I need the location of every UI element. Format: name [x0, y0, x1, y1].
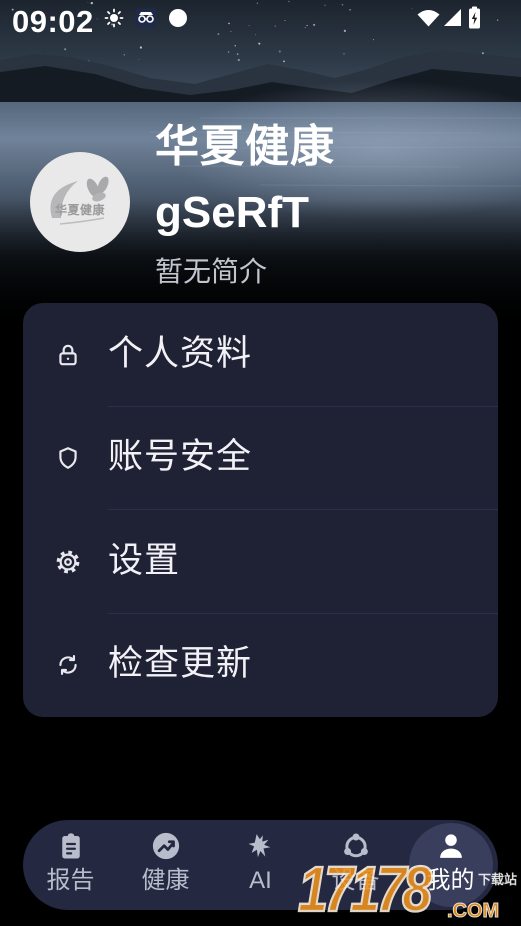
nav-tab-report[interactable]: 报告 [23, 820, 118, 910]
menu-item-label: 账号安全 [108, 437, 253, 477]
star [481, 52, 484, 55]
lock-icon [55, 342, 81, 368]
menu-item-label: 检查更新 [108, 644, 253, 684]
star [283, 60, 285, 63]
person-icon [436, 831, 466, 861]
star [227, 51, 230, 53]
star [138, 58, 140, 60]
wifi-icon [417, 9, 440, 27]
nav-tab-label: 健康 [141, 867, 190, 894]
clipboard-icon [56, 831, 86, 861]
menu-item-label: 设置 [108, 540, 181, 580]
star [123, 54, 126, 56]
nav-tab-label: AI [249, 867, 272, 894]
shield-icon [55, 445, 81, 471]
nav-tab-label: 我的 [426, 867, 475, 894]
device-icon [341, 831, 371, 861]
star [234, 45, 236, 47]
avatar[interactable]: 华夏健康 [30, 152, 130, 252]
battery-charging-icon [468, 6, 481, 29]
nav-tab-device[interactable]: 设备 [308, 820, 403, 910]
health-trend-icon [151, 831, 181, 861]
bottom-nav: 报告 健康 AI 设备 我的 [23, 820, 498, 910]
brand-logo [50, 176, 109, 225]
nav-tab-label: 报告 [46, 867, 95, 894]
nav-tab-label: 设备 [331, 867, 380, 894]
star [139, 46, 142, 49]
menu-item-settings[interactable]: 设置 [23, 510, 498, 614]
sun-icon [104, 8, 124, 28]
star [278, 50, 281, 53]
profile-bio: 暂无简介 [155, 256, 268, 287]
circle-icon [168, 8, 188, 28]
star [64, 48, 67, 51]
signal-icon [443, 8, 462, 27]
menu-item-check-update[interactable]: 检查更新 [23, 614, 498, 718]
status-time: 09:02 [12, 4, 94, 39]
menu-item-account-security[interactable]: 账号安全 [23, 407, 498, 510]
star [237, 58, 240, 62]
incognito-icon [135, 8, 157, 28]
status-bar: 09:02 [0, 0, 521, 44]
gear-icon [55, 549, 81, 575]
settings-menu-card: 个人资料 账号安全 设置 检查更新 [23, 303, 498, 717]
refresh-icon [55, 652, 81, 678]
avatar-logo-text: 华夏健康 [54, 203, 105, 217]
ai-icon [246, 831, 276, 861]
nav-tab-health[interactable]: 健康 [118, 820, 213, 910]
profile-username: gSeRfT [155, 188, 309, 237]
nav-tab-ai[interactable]: AI [213, 820, 308, 910]
star [343, 53, 345, 55]
nav-tab-mine[interactable]: 我的 [403, 820, 498, 910]
profile-name: 华夏健康 [155, 122, 335, 171]
menu-item-label: 个人资料 [108, 333, 253, 373]
menu-item-profile[interactable]: 个人资料 [23, 303, 498, 407]
star [236, 53, 239, 55]
